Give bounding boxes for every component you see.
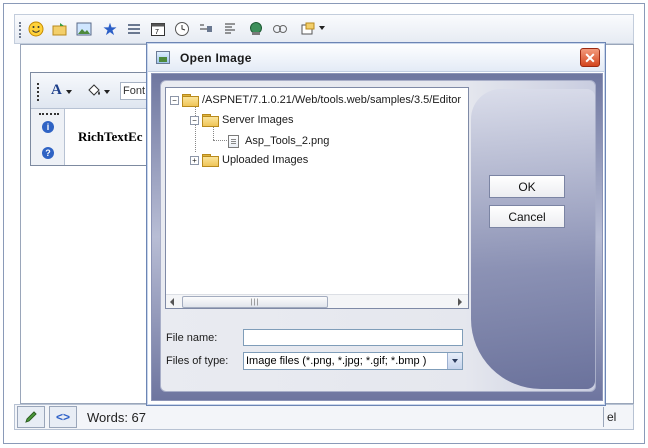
chevron-down-icon xyxy=(104,90,110,94)
cancel-button[interactable]: Cancel xyxy=(489,205,565,228)
html-mode-button[interactable]: <> xyxy=(49,406,77,428)
link-icon[interactable] xyxy=(247,20,265,38)
info-icon: i xyxy=(42,121,54,133)
unlink-icon[interactable] xyxy=(271,20,289,38)
tree-node-file[interactable]: Asp_Tools_2.png xyxy=(228,133,329,149)
close-button[interactable]: ✕ xyxy=(580,48,600,67)
expand-icon[interactable]: + xyxy=(190,155,199,165)
toolbar-grip xyxy=(37,83,40,101)
dialog-titlebar[interactable]: Open Image ✕ xyxy=(148,44,604,72)
chevron-down-icon xyxy=(66,90,72,94)
embedded-toolbar: A Font xyxy=(31,73,149,109)
scroll-right-icon[interactable] xyxy=(458,298,462,306)
embedded-side-panel: i ? xyxy=(31,109,65,165)
file-name-label: File name: xyxy=(166,332,218,344)
editor-toolbar: ★ 7 xyxy=(14,14,634,44)
folder-open-icon xyxy=(182,94,199,107)
decorative-wave xyxy=(471,89,595,389)
toolbar-grip xyxy=(39,113,59,115)
tree-node-server-images[interactable]: − Server Images xyxy=(190,112,294,128)
pencil-icon xyxy=(25,411,37,423)
tree-node-root[interactable]: − /ASPNET/7.1.0.21/Web/tools.web/samples… xyxy=(170,92,461,108)
folder-icon xyxy=(202,154,219,167)
open-image-dialog: Open Image ✕ − /ASPNET/7.1.0.21/Web/tool… xyxy=(146,42,606,406)
files-of-type-select[interactable]: Image files (*.png, *.jpg; *.gif; *.bmp … xyxy=(243,352,463,370)
dialog-title: Open Image xyxy=(180,51,252,65)
collapse-icon[interactable]: − xyxy=(190,115,199,125)
code-icon: <> xyxy=(55,410,70,424)
tree-node-label: Asp_Tools_2.png xyxy=(245,135,330,147)
status-bar: <> Words: 67 el xyxy=(14,404,634,430)
time-icon[interactable] xyxy=(173,20,191,38)
tree-node-uploaded-images[interactable]: + Uploaded Images xyxy=(190,152,308,168)
horizontal-rule-icon[interactable] xyxy=(125,20,143,38)
scroll-left-icon[interactable] xyxy=(170,298,174,306)
template-icon[interactable] xyxy=(299,20,317,38)
dialog-panel: − /ASPNET/7.1.0.21/Web/tools.web/samples… xyxy=(160,80,596,392)
chevron-down-icon[interactable] xyxy=(447,353,462,369)
close-icon: ✕ xyxy=(584,49,596,66)
horizontal-scrollbar[interactable]: ||| xyxy=(166,294,468,308)
svg-text:7: 7 xyxy=(155,29,159,36)
collapse-icon[interactable]: − xyxy=(170,95,179,105)
tree-node-label: /ASPNET/7.1.0.21/Web/tools.web/samples/3… xyxy=(202,94,462,106)
embedded-editor-image: A Font i ? RichTextEc xyxy=(30,72,150,166)
file-icon xyxy=(228,134,239,148)
insert-image-folder-icon[interactable] xyxy=(51,20,69,38)
date-icon[interactable]: 7 xyxy=(149,20,167,38)
design-mode-button[interactable] xyxy=(17,406,45,428)
files-of-type-value: Image files (*.png, *.jpg; *.gif; *.bmp … xyxy=(246,355,427,367)
ok-button[interactable]: OK xyxy=(489,175,565,198)
smiley-icon[interactable] xyxy=(27,20,45,38)
dialog-body: − /ASPNET/7.1.0.21/Web/tools.web/samples… xyxy=(151,73,603,401)
tree-connector xyxy=(213,140,227,141)
toolbar-grip[interactable] xyxy=(19,22,22,38)
font-color-icon: A xyxy=(51,82,62,98)
paragraph-format-icon[interactable] xyxy=(221,20,239,38)
word-count: Words: 67 xyxy=(87,410,147,425)
embedded-content-title: RichTextEc xyxy=(78,129,143,144)
files-of-type-label: Files of type: xyxy=(166,355,229,367)
star-icon[interactable]: ★ xyxy=(101,20,119,38)
tree-connector xyxy=(213,126,214,140)
image-icon[interactable] xyxy=(75,20,93,38)
folder-tree: − /ASPNET/7.1.0.21/Web/tools.web/samples… xyxy=(165,87,469,309)
image-icon xyxy=(156,51,170,64)
file-name-input[interactable] xyxy=(243,329,463,346)
chevron-down-icon[interactable] xyxy=(319,26,325,30)
help-icon: ? xyxy=(42,147,54,159)
status-right-segment: el xyxy=(603,407,633,427)
scrollbar-thumb[interactable]: ||| xyxy=(182,296,328,308)
flash-icon[interactable] xyxy=(197,20,215,38)
folder-open-icon xyxy=(202,114,219,127)
paint-bucket-icon xyxy=(86,82,102,101)
tree-node-label: Uploaded Images xyxy=(222,154,309,166)
tree-node-label: Server Images xyxy=(222,114,294,126)
